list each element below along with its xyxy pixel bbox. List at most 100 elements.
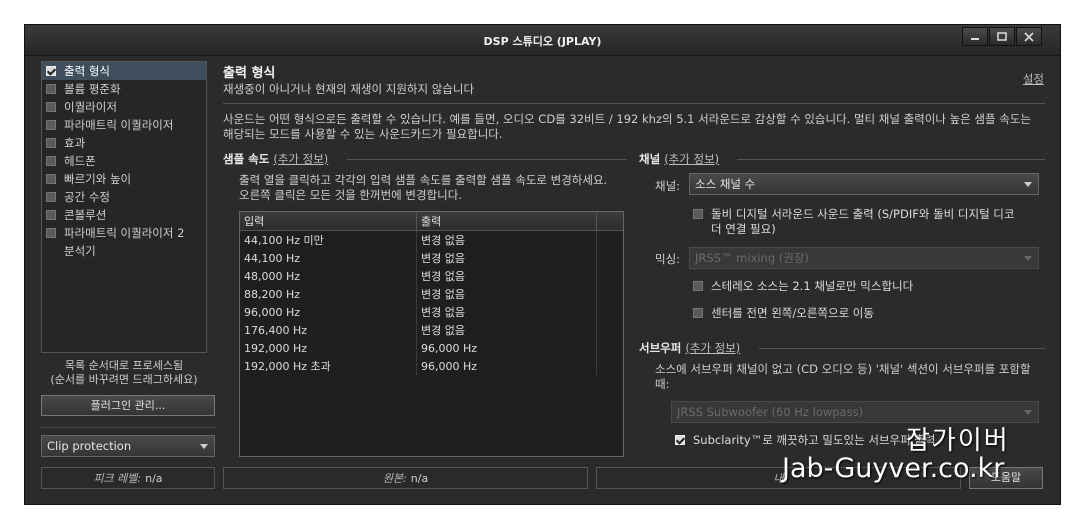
sidebar-item-checkbox[interactable] [46, 120, 56, 130]
channel-count-value: 소스 채널 수 [695, 177, 756, 191]
subwoofer-value: JRSS Subwoofer (60 Hz lowpass) [677, 405, 864, 419]
stereo-mix-option[interactable]: 스테레오 소스는 2.1 채널로만 믹스합니다 [693, 279, 913, 294]
sidebar-item-checkbox[interactable] [46, 138, 56, 148]
output-rate-cell[interactable]: 96,000 Hz [417, 339, 597, 357]
sidebar-item[interactable]: 효과 [42, 134, 206, 152]
table-row[interactable]: 192,000 Hz 초과 96,000 Hz [240, 357, 623, 375]
center-move-label: 센터를 전면 왼쪽/오른쪽으로 이동 [711, 306, 874, 320]
sidebar-item-checkbox[interactable] [46, 210, 56, 220]
mixing-value: JRSS™ mixing (권장) [695, 251, 809, 265]
channel-count-select[interactable]: 소스 채널 수 [689, 173, 1039, 195]
watermark-url: Jab-Guyver.co.kr [782, 453, 1005, 484]
sidebar-item-checkbox[interactable] [46, 228, 56, 238]
subclarity-label: Subclarity™로 깨끗하고 밀도있는 서브우퍼 출력 [693, 433, 936, 447]
table-row[interactable]: 44,100 Hz 변경 없음 [240, 249, 623, 267]
output-format-description: 사운드는 어떤 형식으로든 출력할 수 있습니다. 예를 들면, 오디오 CD를… [223, 112, 1031, 141]
clip-protection-select[interactable]: Clip protection [41, 435, 215, 457]
input-rate-cell: 88,200 Hz [240, 285, 417, 303]
table-row[interactable]: 44,100 Hz 미만 변경 없음 [240, 231, 623, 249]
sidebar-item-label: 효과 [64, 136, 86, 150]
sidebar-item-label: 공간 수정 [64, 190, 110, 204]
channel-label: 채널: [655, 179, 681, 193]
column-header-input[interactable]: 입력 [240, 212, 417, 230]
sample-rate-rule [347, 159, 627, 160]
peak-level-label: 피크 레벨: [93, 472, 142, 485]
settings-link[interactable]: 설정 [1023, 71, 1044, 87]
channels-more-info-link[interactable]: (추가 정보) [664, 152, 719, 166]
source-label: 원본: [382, 472, 407, 485]
channels-title: 채널 [639, 152, 661, 166]
chevron-down-icon [200, 444, 208, 449]
sidebar-item[interactable]: 분석기 [42, 242, 206, 260]
mixing-select[interactable]: JRSS™ mixing (권장) [689, 247, 1039, 269]
center-move-option[interactable]: 센터를 전면 왼쪽/오른쪽으로 이동 [693, 306, 874, 321]
subclarity-checkbox[interactable] [675, 435, 685, 445]
sidebar-item[interactable]: 파라매트릭 이퀄라이저 [42, 116, 206, 134]
sidebar-item-checkbox[interactable] [46, 174, 56, 184]
empty-cell [597, 231, 623, 249]
empty-cell [597, 285, 623, 303]
sidebar-item-label: 헤드폰 [64, 154, 96, 168]
subwoofer-rule [759, 348, 1045, 349]
subwoofer-more-info-link[interactable]: (추가 정보) [685, 341, 740, 355]
empty-cell [597, 321, 623, 339]
source-value: n/a [410, 471, 429, 485]
hint-line-1: 목록 순서대로 프로세스됨 [64, 359, 184, 372]
watermark-korean: 잡가이버 [906, 426, 1010, 456]
mixing-label: 믹싱: [655, 252, 681, 266]
sample-rate-more-info-link[interactable]: (추가 정보) [273, 152, 328, 166]
sample-rate-instructions: 출력 열을 클릭하고 각각의 입력 샘플 속도를 출력할 샘플 속도로 변경하세… [239, 173, 608, 202]
table-row[interactable]: 176,400 Hz 변경 없음 [240, 321, 623, 339]
manage-plugins-button[interactable]: 플러그인 관리... [41, 395, 215, 416]
sidebar-item-checkbox[interactable] [46, 84, 56, 94]
maximize-button[interactable] [989, 27, 1015, 46]
close-button[interactable] [1016, 27, 1042, 46]
sidebar-item-label: 이퀄라이저 [64, 100, 117, 114]
input-rate-cell: 192,000 Hz 초과 [240, 357, 417, 375]
table-row[interactable]: 88,200 Hz 변경 없음 [240, 285, 623, 303]
empty-cell [597, 303, 623, 321]
sidebar-item[interactable]: 이퀄라이저 [42, 98, 206, 116]
table-body: 44,100 Hz 미만 변경 없음 44,100 Hz 변경 없음 48,000 Hz… [240, 231, 623, 375]
sidebar-item[interactable]: 파라매트릭 이퀄라이저 2 [42, 224, 206, 242]
dolby-digital-option[interactable]: 돌비 디지털 서라운드 사운드 출력 (S/PDIF와 돌비 디지털 디코더 연… [693, 207, 1023, 237]
minimize-icon [971, 37, 979, 40]
center-move-checkbox[interactable] [693, 308, 703, 318]
column-header-extra [597, 212, 623, 230]
dsp-module-list[interactable]: 출력 형식 볼륨 평준화이퀄라이저파라매트릭 이퀄라이저효과헤드폰빠르기와 높이공… [41, 61, 207, 353]
sample-rate-table[interactable]: 입력 출력 44,100 Hz 미만 변경 없음 44,100 Hz 변경 없음 48,… [239, 211, 624, 457]
sidebar-item-checkbox[interactable] [46, 156, 56, 166]
output-rate-cell[interactable]: 96,000 Hz [417, 357, 597, 375]
sidebar-item-label: 분석기 [64, 244, 96, 258]
input-rate-cell: 48,000 Hz [240, 267, 417, 285]
output-rate-cell[interactable]: 변경 없음 [417, 303, 597, 321]
processing-order-hint: 목록 순서대로 프로세스됨 (순서를 바꾸려면 드래그하세요) [41, 359, 207, 387]
output-rate-cell[interactable]: 변경 없음 [417, 249, 597, 267]
sidebar-item[interactable]: 볼륨 평준화 [42, 80, 206, 98]
sidebar-item-checkbox[interactable] [46, 66, 56, 76]
minimize-button[interactable] [962, 27, 988, 46]
sidebar-item[interactable]: 빠르기와 높이 [42, 170, 206, 188]
column-header-output[interactable]: 출력 [417, 212, 597, 230]
subwoofer-heading: 서브우퍼 (추가 정보) [639, 340, 740, 356]
sidebar-item-checkbox[interactable] [46, 102, 56, 112]
table-row[interactable]: 48,000 Hz 변경 없음 [240, 267, 623, 285]
stereo-mix-checkbox[interactable] [693, 281, 703, 291]
sidebar-item[interactable]: 출력 형식 [42, 62, 206, 80]
sidebar-item[interactable]: 헤드폰 [42, 152, 206, 170]
output-rate-cell[interactable]: 변경 없음 [417, 285, 597, 303]
sidebar-item[interactable]: 공간 수정 [42, 188, 206, 206]
subclarity-option[interactable]: Subclarity™로 깨끗하고 밀도있는 서브우퍼 출력 [675, 433, 936, 448]
dolby-digital-checkbox[interactable] [693, 209, 703, 219]
sidebar-item[interactable]: 콘볼루션 [42, 206, 206, 224]
table-row[interactable]: 96,000 Hz 변경 없음 [240, 303, 623, 321]
table-header: 입력 출력 [240, 212, 623, 231]
output-rate-cell[interactable]: 변경 없음 [417, 267, 597, 285]
sidebar-item-checkbox[interactable] [46, 192, 56, 202]
output-rate-cell[interactable]: 변경 없음 [417, 321, 597, 339]
chevron-down-icon [1024, 182, 1032, 187]
table-row[interactable]: 192,000 Hz 96,000 Hz [240, 339, 623, 357]
output-rate-cell[interactable]: 변경 없음 [417, 231, 597, 249]
title-bar[interactable]: DSP 스튜디오 (JPLAY) [25, 25, 1060, 56]
input-rate-cell: 44,100 Hz 미만 [240, 231, 417, 249]
